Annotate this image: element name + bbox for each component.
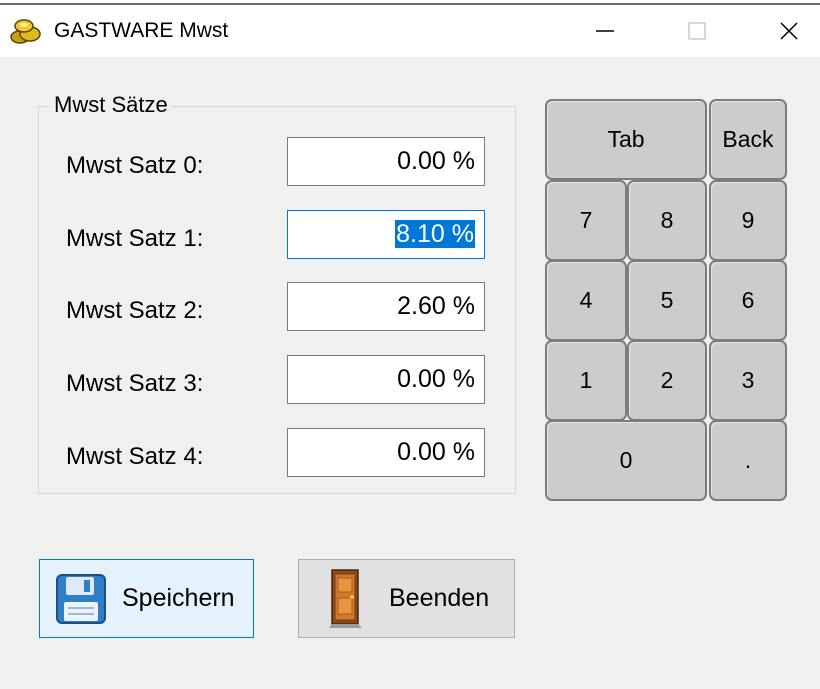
maximize-icon xyxy=(688,22,706,40)
vat-rate-2-label: Mwst Satz 2: xyxy=(66,297,204,324)
keypad-dot-key[interactable]: . xyxy=(709,420,787,501)
floppy-disk-icon xyxy=(56,573,106,624)
save-button[interactable]: Speichern xyxy=(39,559,254,638)
save-button-label: Speichern xyxy=(122,584,235,612)
vat-rate-1-label: Mwst Satz 1: xyxy=(66,225,204,252)
minimize-button[interactable] xyxy=(570,5,640,57)
vat-rate-0-input[interactable]: 0.00 % xyxy=(287,137,485,186)
close-button[interactable] xyxy=(754,5,820,57)
window-title: GASTWARE Mwst xyxy=(54,19,229,42)
vat-rates-group-label: Mwst Sätze xyxy=(50,92,172,118)
keypad-5-key[interactable]: 5 xyxy=(627,260,707,341)
keypad-1-key[interactable]: 1 xyxy=(545,340,627,421)
keypad-4-key[interactable]: 4 xyxy=(545,260,627,341)
maximize-button[interactable] xyxy=(662,5,732,57)
keypad-8-key[interactable]: 8 xyxy=(627,180,707,261)
keypad-6-key[interactable]: 6 xyxy=(709,260,787,341)
keypad-7-key[interactable]: 7 xyxy=(545,180,627,261)
vat-rate-1-input[interactable]: 8.10 % xyxy=(287,210,485,259)
vat-rate-3-label: Mwst Satz 3: xyxy=(66,370,204,397)
title-bar[interactable]: GASTWARE Mwst xyxy=(0,5,820,57)
keypad-2-key[interactable]: 2 xyxy=(627,340,707,421)
vat-rate-3-input[interactable]: 0.00 % xyxy=(287,355,485,404)
vat-rate-2-value: 2.60 % xyxy=(397,292,475,320)
vat-rate-4-value: 0.00 % xyxy=(397,438,475,466)
keypad-3-key[interactable]: 3 xyxy=(709,340,787,421)
keypad-0-key[interactable]: 0 xyxy=(545,420,707,501)
app-coins-icon xyxy=(10,19,41,44)
vat-rate-4-input[interactable]: 0.00 % xyxy=(287,428,485,477)
minimize-icon xyxy=(596,30,614,32)
vat-rate-3-value: 0.00 % xyxy=(397,365,475,393)
keypad-tab-key[interactable]: Tab xyxy=(545,99,707,180)
exit-button-label: Beenden xyxy=(389,584,490,612)
keypad-back-key[interactable]: Back xyxy=(709,99,787,180)
exit-button[interactable]: Beenden xyxy=(298,559,515,638)
vat-rate-1-value: 8.10 % xyxy=(395,220,475,248)
vat-rate-4-label: Mwst Satz 4: xyxy=(66,443,204,470)
vat-rate-0-label: Mwst Satz 0: xyxy=(66,152,204,179)
close-icon xyxy=(780,22,798,40)
door-icon xyxy=(329,568,362,628)
vat-rate-0-value: 0.00 % xyxy=(397,147,475,175)
vat-rate-2-input[interactable]: 2.60 % xyxy=(287,282,485,331)
keypad-9-key[interactable]: 9 xyxy=(709,180,787,261)
